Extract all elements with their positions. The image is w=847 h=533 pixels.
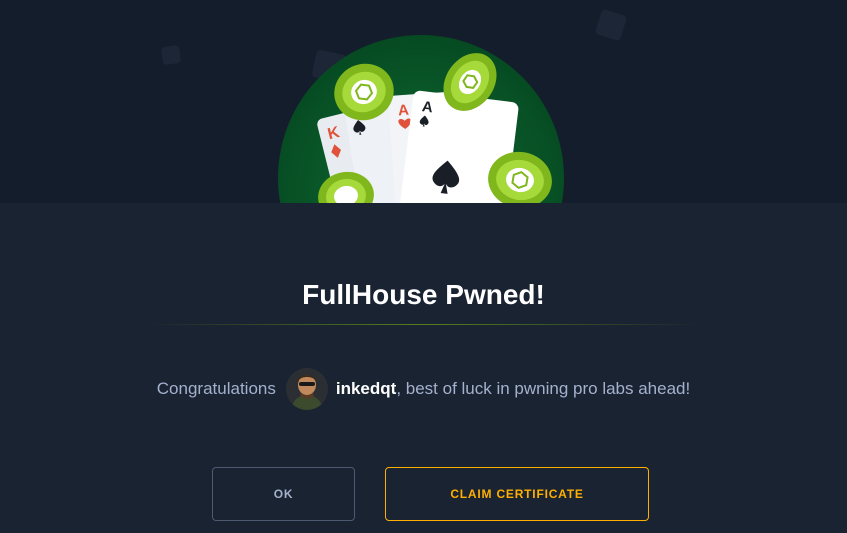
- ok-button[interactable]: OK: [212, 467, 355, 521]
- modal-title: FullHouse Pwned!: [302, 279, 545, 310]
- message-suffix: , best of luck in pwning pro labs ahead!: [396, 379, 691, 398]
- claim-certificate-button[interactable]: CLAIM CERTIFICATE: [385, 467, 649, 521]
- hero-banner: K A A: [0, 0, 847, 203]
- avatar: [285, 368, 328, 410]
- svg-text:A: A: [397, 102, 409, 120]
- pwned-modal: K A A FullHouse Pwned! Congratulations i…: [0, 0, 847, 533]
- poker-illustration: K A A: [278, 35, 564, 203]
- message-prefix: Congratulations: [156, 379, 276, 398]
- title-divider: [148, 324, 699, 325]
- svg-text:A: A: [421, 98, 434, 116]
- congratulations-message: Congratulations inkedqt , best of luck i…: [0, 367, 847, 411]
- username: inkedqt: [335, 379, 397, 398]
